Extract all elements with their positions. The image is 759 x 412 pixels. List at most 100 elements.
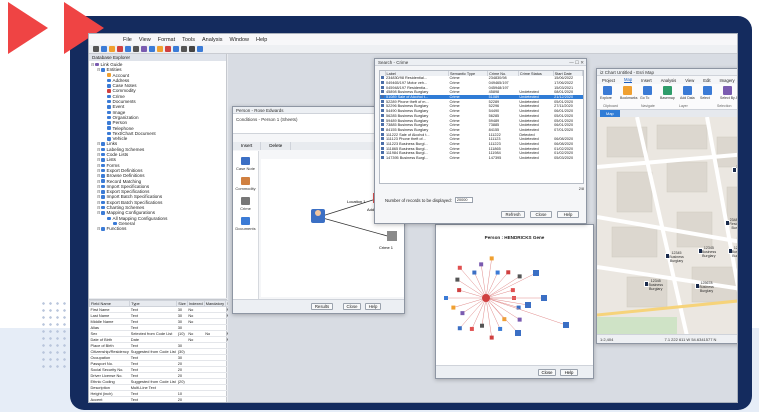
palette-item[interactable]: Documents bbox=[233, 217, 258, 231]
props-column-header[interactable]: Mandatory bbox=[203, 300, 227, 307]
network-node-icon[interactable] bbox=[515, 330, 521, 336]
toolbar-tool-icon[interactable] bbox=[93, 46, 99, 52]
ribbon-tab-view[interactable]: View bbox=[685, 78, 694, 83]
network-node-icon[interactable] bbox=[525, 302, 531, 308]
menu-item-tools[interactable]: Tools bbox=[182, 37, 195, 43]
network-node-icon[interactable] bbox=[460, 311, 465, 316]
map-canvas[interactable]: 233987 Motor vehicle theft - theft from … bbox=[597, 117, 737, 336]
network-node-icon[interactable] bbox=[479, 262, 484, 267]
network-node-icon[interactable] bbox=[444, 296, 448, 300]
toolbar-tool-icon[interactable] bbox=[157, 46, 163, 52]
toolbar-tool-icon[interactable] bbox=[189, 46, 195, 52]
ribbon-button-label[interactable]: Explore bbox=[600, 96, 612, 100]
network-node-icon[interactable] bbox=[506, 270, 511, 275]
network-node-icon[interactable] bbox=[510, 288, 515, 293]
ribbon-button-label[interactable]: Go To bbox=[640, 96, 649, 100]
toolbar-tool-icon[interactable] bbox=[109, 46, 115, 52]
ribbon-button-label[interactable]: Bookmarks bbox=[620, 96, 638, 100]
crime-node-icon[interactable] bbox=[387, 231, 397, 241]
map-block bbox=[611, 226, 658, 258]
network-node-icon[interactable] bbox=[517, 317, 522, 322]
ribbon-button-icon[interactable] bbox=[623, 86, 632, 95]
props-column-header[interactable]: Size bbox=[176, 300, 188, 307]
toolbar-tool-icon[interactable] bbox=[133, 46, 139, 52]
menu-item-format[interactable]: Format bbox=[158, 37, 175, 43]
close-button[interactable]: Close bbox=[343, 303, 361, 310]
ribbon-button-icon[interactable] bbox=[683, 86, 692, 95]
refresh-button[interactable]: Refresh bbox=[501, 211, 525, 218]
network-node-icon[interactable] bbox=[541, 295, 547, 301]
toolbar-tool-icon[interactable] bbox=[165, 46, 171, 52]
toolbar-tool-icon[interactable] bbox=[173, 46, 179, 52]
ribbon-button-label[interactable]: Add Data bbox=[680, 96, 695, 100]
network-node-icon[interactable] bbox=[517, 274, 522, 279]
toolbar-tool-icon[interactable] bbox=[125, 46, 131, 52]
search-results-window[interactable]: Search - Crime — ☐ ✕ Label Semantic Type C… bbox=[374, 58, 587, 224]
palette-item[interactable]: Commodity bbox=[233, 177, 258, 191]
table-row[interactable]: 147395 Business Burgl... Crime 147395 Undet… bbox=[380, 156, 583, 161]
help-button[interactable]: Help bbox=[365, 303, 381, 310]
network-node-icon[interactable] bbox=[489, 335, 494, 340]
network-node-icon[interactable] bbox=[451, 305, 456, 310]
toolbar-tool-icon[interactable] bbox=[197, 46, 203, 52]
palette-item[interactable]: Crime bbox=[233, 197, 258, 211]
network-window[interactable]: Person : HENDRICKS Gene Close Help bbox=[435, 224, 594, 379]
network-node-icon[interactable] bbox=[495, 270, 500, 275]
ribbon-tab-analysis[interactable]: Analysis bbox=[661, 78, 677, 83]
toolbar-tool-icon[interactable] bbox=[117, 46, 123, 52]
network-node-icon[interactable] bbox=[480, 323, 485, 328]
network-node-icon[interactable] bbox=[472, 270, 477, 275]
search-help-button[interactable]: Help bbox=[557, 211, 579, 218]
network-node-icon[interactable] bbox=[457, 326, 462, 331]
network-graph-svg[interactable] bbox=[436, 243, 594, 368]
ribbon-tab-project[interactable]: Project bbox=[602, 78, 615, 83]
tree-item[interactable]: ⊟ Functions bbox=[91, 226, 224, 231]
props-column-header[interactable]: Indexed bbox=[186, 300, 205, 307]
ribbon-tab-imagery[interactable]: Imagery bbox=[720, 78, 735, 83]
network-node-icon[interactable] bbox=[455, 277, 460, 282]
ribbon-button-icon[interactable] bbox=[663, 86, 672, 95]
ribbon-button-label[interactable]: Select By Attributes bbox=[720, 96, 737, 100]
results-button[interactable]: Results bbox=[311, 303, 333, 310]
toolbar-tool-icon[interactable] bbox=[149, 46, 155, 52]
palette-item[interactable]: Case Note bbox=[233, 157, 258, 171]
search-close-button[interactable]: Close bbox=[530, 211, 552, 218]
menu-item-analysis[interactable]: Analysis bbox=[202, 37, 222, 43]
network-node-icon[interactable] bbox=[469, 326, 474, 331]
ribbon-tab-edit[interactable]: Edit bbox=[703, 78, 710, 83]
ribbon-tab-map[interactable]: Map bbox=[624, 77, 633, 83]
network-node-icon[interactable] bbox=[457, 288, 462, 293]
window-controls[interactable]: — ☐ ✕ bbox=[569, 59, 584, 66]
ribbon-button-icon[interactable] bbox=[723, 86, 732, 95]
ribbon-button-label[interactable]: Basemap bbox=[660, 96, 675, 100]
network-node-icon[interactable] bbox=[563, 322, 569, 328]
toolbar-tool-icon[interactable] bbox=[181, 46, 187, 52]
toolbar-tool-icon[interactable] bbox=[141, 46, 147, 52]
table-row[interactable]: BuildSuggested from Code List(10)No bbox=[90, 403, 239, 404]
results-table[interactable]: Label Semantic Type Crime No. Crime Status S… bbox=[379, 70, 584, 184]
ribbon-button-icon[interactable] bbox=[603, 86, 612, 95]
network-center-node-icon[interactable] bbox=[482, 294, 490, 302]
ribbon-button-label[interactable]: Select bbox=[700, 96, 710, 100]
tab-insert[interactable]: Insert bbox=[233, 142, 262, 150]
toolbar-tool-icon[interactable] bbox=[101, 46, 107, 52]
network-node-icon[interactable] bbox=[533, 270, 539, 276]
tab-delete[interactable]: Delete bbox=[261, 142, 292, 150]
records-input[interactable]: 20000 bbox=[454, 197, 473, 203]
network-node-icon[interactable] bbox=[457, 265, 462, 270]
menu-item-file[interactable]: File bbox=[123, 37, 132, 43]
network-node-icon[interactable] bbox=[489, 256, 494, 261]
ribbon-button-icon[interactable] bbox=[643, 86, 652, 95]
map-scale[interactable]: 1:2,404 bbox=[600, 337, 613, 342]
map-view-tab[interactable]: Map bbox=[600, 110, 620, 117]
network-help-button[interactable]: Help bbox=[560, 369, 578, 376]
menu-item-window[interactable]: Window bbox=[229, 37, 249, 43]
menu-item-view[interactable]: View bbox=[139, 37, 151, 43]
network-node-icon[interactable] bbox=[498, 326, 503, 331]
menu-item-help[interactable]: Help bbox=[256, 37, 267, 43]
tree-item-icon bbox=[107, 99, 111, 104]
network-close-button[interactable]: Close bbox=[538, 369, 556, 376]
ribbon-button-icon[interactable] bbox=[703, 86, 712, 95]
map-window[interactable]: i2 Chart Untitled - Esri Map — ☐ ✕ Proje… bbox=[596, 68, 737, 344]
ribbon-tab-insert[interactable]: Insert bbox=[641, 78, 651, 83]
